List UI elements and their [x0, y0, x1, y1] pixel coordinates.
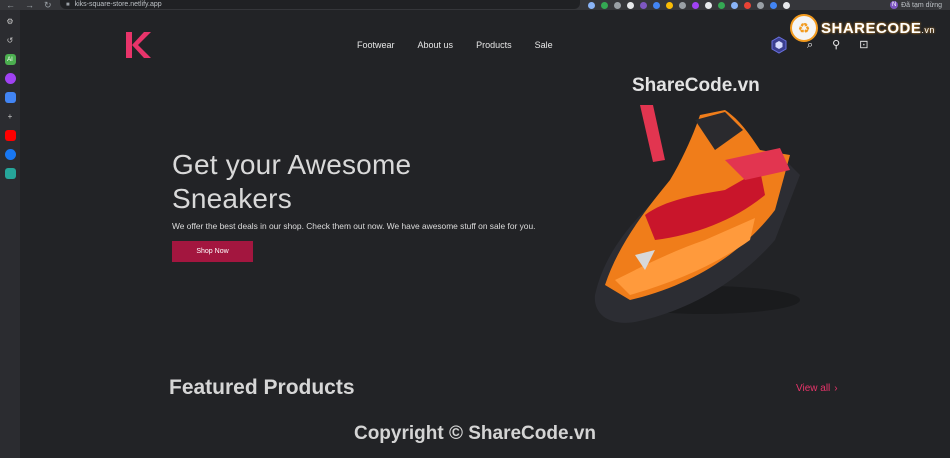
- nav-about-us[interactable]: About us: [418, 40, 454, 51]
- extension-icon[interactable]: [679, 1, 686, 9]
- nav-sale[interactable]: Sale: [535, 40, 553, 51]
- extension-icon[interactable]: [744, 1, 751, 9]
- browser-side-panel: ⚙ ↺ AI +: [0, 10, 20, 458]
- back-icon[interactable]: ←: [6, 0, 15, 10]
- address-bar[interactable]: ■ kiks-square-store.netlify.app: [60, 0, 580, 9]
- profile-label: Đã tạm dừng: [901, 1, 942, 9]
- chevron-right-icon: ›: [834, 383, 838, 394]
- hero-title-line1: Get your Awesome: [172, 149, 412, 180]
- sneaker-image: [594, 105, 800, 323]
- history-icon[interactable]: ↺: [5, 35, 16, 46]
- extension-icon[interactable]: [770, 1, 777, 9]
- hero-subtitle: We offer the best deals in our shop. Che…: [172, 221, 536, 231]
- extension-icon[interactable]: [783, 1, 790, 9]
- view-all-link[interactable]: View all ›: [796, 383, 838, 395]
- featured-heading: Featured Products: [169, 376, 355, 399]
- nav-products[interactable]: Products: [476, 40, 512, 51]
- hero-title: Get your Awesome Sneakers: [172, 148, 492, 216]
- sharecode-logo-icon: ♻: [790, 14, 818, 42]
- app-icon[interactable]: [4, 168, 16, 179]
- watermark-copyright: Copyright © ShareCode.vn: [353, 423, 597, 444]
- lock-icon: ■: [66, 1, 70, 8]
- watermark-logo-text: SHARECODE.vn: [821, 19, 935, 37]
- url-text: kiks-square-store.netlify.app: [74, 1, 162, 8]
- shop-now-button[interactable]: Shop Now: [172, 241, 253, 262]
- extension-icon[interactable]: [731, 1, 738, 9]
- profile-chip[interactable]: N Đã tạm dừng: [890, 0, 942, 10]
- add-icon[interactable]: +: [5, 111, 16, 122]
- main-nav: Footwear About us Products Sale: [357, 40, 576, 51]
- browser-toolbar: ← → ↻ ■ kiks-square-store.netlify.app N …: [0, 0, 950, 10]
- extension-icon[interactable]: [601, 1, 608, 9]
- forward-icon[interactable]: →: [25, 0, 34, 10]
- extension-icon[interactable]: [614, 1, 621, 9]
- extension-icon[interactable]: [705, 1, 712, 9]
- extension-icon[interactable]: [640, 1, 647, 9]
- extension-icon[interactable]: [588, 1, 595, 9]
- extension-icon[interactable]: [666, 1, 673, 9]
- extension-icon[interactable]: [718, 1, 725, 9]
- view-all-label: View all: [796, 383, 831, 394]
- watermark-logo: ♻ SHARECODE.vn: [790, 11, 950, 45]
- settings-icon[interactable]: ⚙: [5, 16, 16, 27]
- browser-nav: ← → ↻: [0, 0, 52, 10]
- ai-icon[interactable]: AI: [4, 54, 16, 65]
- extension-icons: [588, 0, 790, 10]
- extension-icon[interactable]: [627, 1, 634, 9]
- watermark-mid: ShareCode.vn: [632, 75, 760, 96]
- extension-hex-icon[interactable]: [770, 36, 788, 54]
- messenger-icon[interactable]: [4, 73, 16, 84]
- chat-icon[interactable]: [4, 92, 16, 103]
- extension-icon[interactable]: [653, 1, 660, 9]
- profile-avatar: N: [890, 1, 899, 9]
- reload-icon[interactable]: ↻: [44, 0, 52, 10]
- nav-footwear[interactable]: Footwear: [357, 40, 395, 51]
- site-logo[interactable]: [124, 30, 152, 60]
- extension-icon[interactable]: [692, 1, 699, 9]
- extension-icon[interactable]: [757, 1, 764, 9]
- facebook-icon[interactable]: [4, 149, 16, 160]
- hero-title-line2: Sneakers: [172, 183, 292, 214]
- youtube-icon[interactable]: [4, 130, 16, 141]
